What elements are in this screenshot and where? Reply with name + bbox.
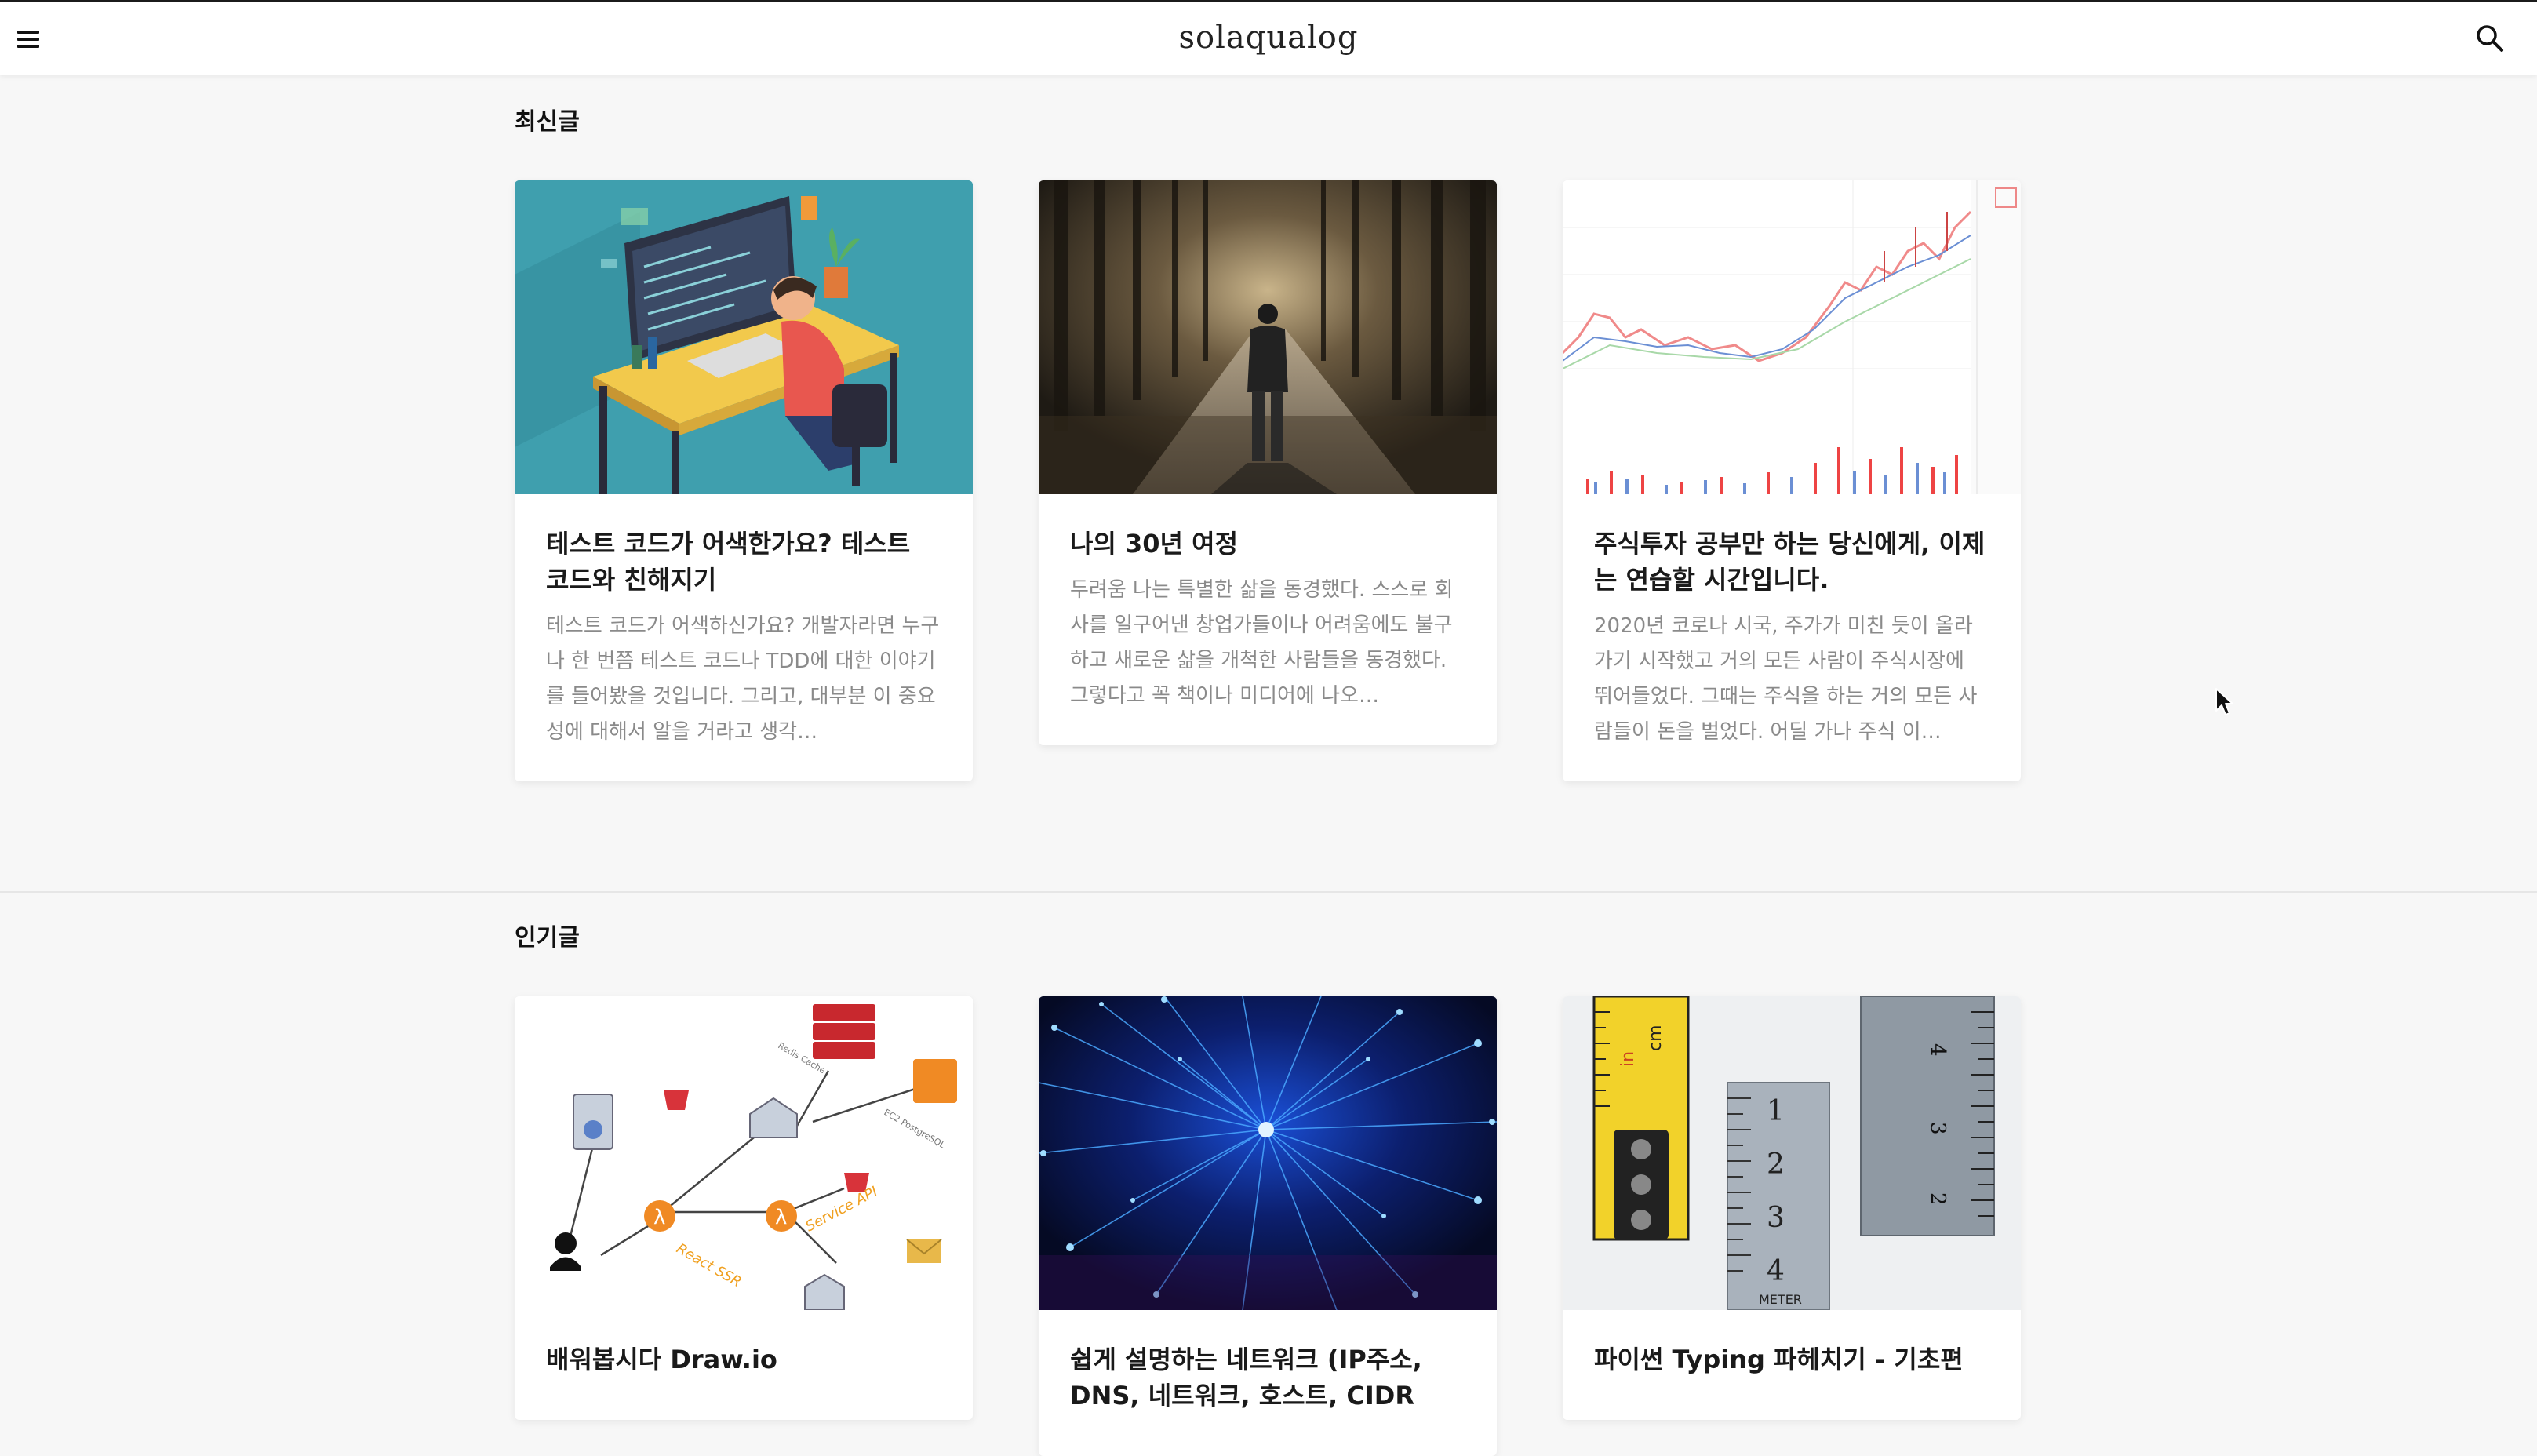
post-excerpt: 테스트 코드가 어색하신가요? 개발자라면 누구나 한 번쯤 테스트 코드나 T… — [546, 614, 940, 744]
section-title-latest: 최신글 — [515, 108, 580, 136]
svg-text:λ: λ — [653, 1206, 665, 1229]
post-card[interactable]: 테스트 코드가 어색한가요? 테스트 코드와 친해지기 테스트 코드가 어색하신… — [515, 180, 973, 781]
post-title[interactable]: 쉽게 설명하는 네트워크 (IP주소, DNS, 네트워크, 호스트, CIDR — [1070, 1341, 1465, 1414]
post-excerpt: 두려움 나는 특별한 삶을 동경했다. 스스로 회사를 일구어낸 창업가들이나 … — [1070, 578, 1454, 708]
section-divider — [0, 891, 2537, 893]
post-card[interactable]: 나의 30년 여정 두려움 나는 특별한 삶을 동경했다. 스스로 회사를 일구… — [1039, 180, 1497, 745]
mouse-cursor-icon — [2215, 687, 2235, 717]
tape-label: 2 — [1767, 1148, 1785, 1181]
post-card[interactable]: 쉽게 설명하는 네트워크 (IP주소, DNS, 네트워크, 호스트, CIDR — [1039, 996, 1497, 1456]
post-thumbnail — [1039, 996, 1497, 1310]
svg-text:λ: λ — [775, 1206, 787, 1229]
tape-label: cm — [1646, 1025, 1665, 1051]
post-title[interactable]: 주식투자 공부만 하는 당신에게, 이제는 연습할 시간입니다. — [1594, 526, 1989, 598]
tape-label: 4 — [1767, 1255, 1785, 1287]
post-card[interactable]: λ λ React SSR Service API Redis Cache EC… — [515, 996, 973, 1420]
post-thumbnail: in cm 1 2 3 4 METER 4 3 2 — [1563, 996, 2021, 1310]
post-title[interactable]: 파이썬 Typing 파헤치기 - 기초편 — [1594, 1341, 1989, 1378]
post-thumbnail — [1563, 180, 2021, 494]
top-navbar: solaqualog — [0, 0, 2537, 75]
site-brand[interactable]: solaqualog — [0, 20, 2537, 56]
tape-label: 1 — [1767, 1095, 1785, 1127]
post-card[interactable]: 주식투자 공부만 하는 당신에게, 이제는 연습할 시간입니다. 2020년 코… — [1563, 180, 2021, 781]
post-card[interactable]: in cm 1 2 3 4 METER 4 3 2 파이썬 Typing 파헤치… — [1563, 996, 2021, 1420]
post-thumbnail: λ λ React SSR Service API Redis Cache EC… — [515, 996, 973, 1310]
tape-label: 3 — [1926, 1122, 1949, 1135]
tape-label: 2 — [1926, 1192, 1949, 1206]
search-icon[interactable] — [2474, 23, 2506, 54]
post-title[interactable]: 배워봅시다 Draw.io — [546, 1341, 941, 1378]
post-excerpt: 2020년 코로나 시국, 주가가 미친 듯이 올라가기 시작했고 거의 모든 … — [1594, 614, 1978, 744]
tape-label: 3 — [1767, 1202, 1785, 1234]
post-title[interactable]: 테스트 코드가 어색한가요? 테스트 코드와 친해지기 — [546, 526, 941, 598]
tape-label: 4 — [1926, 1043, 1949, 1057]
tape-label: METER — [1759, 1292, 1802, 1307]
post-thumbnail — [515, 180, 973, 494]
tape-label: in — [1618, 1051, 1638, 1067]
post-title[interactable]: 나의 30년 여정 — [1070, 526, 1465, 562]
post-thumbnail — [1039, 180, 1497, 494]
section-title-popular: 인기글 — [515, 924, 580, 952]
